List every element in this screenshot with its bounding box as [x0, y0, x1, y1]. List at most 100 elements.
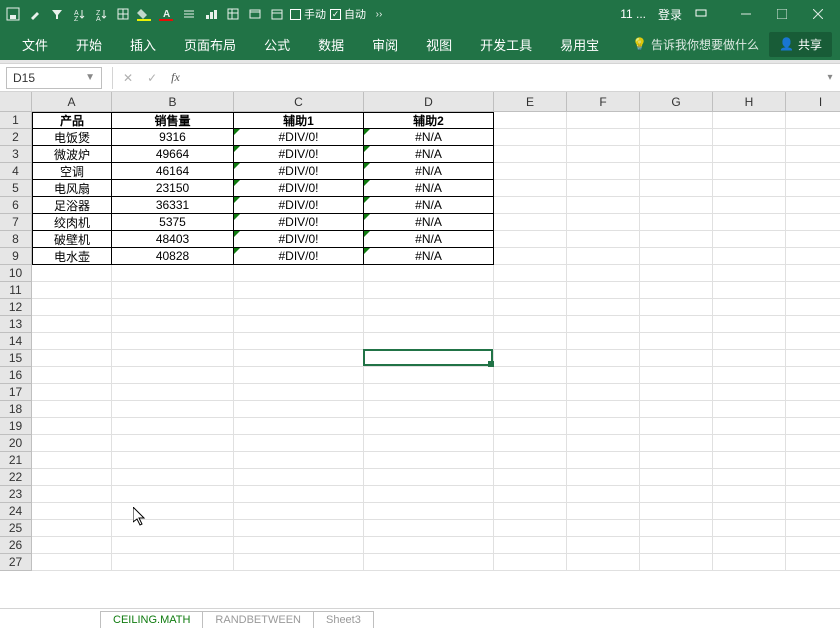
cell[interactable]: 足浴器 [32, 197, 112, 214]
cell[interactable] [494, 469, 567, 486]
cell[interactable] [713, 452, 786, 469]
cell[interactable] [640, 384, 713, 401]
cell[interactable] [567, 197, 640, 214]
cell[interactable] [494, 384, 567, 401]
cell[interactable] [364, 333, 494, 350]
cell[interactable] [786, 435, 840, 452]
cell[interactable] [494, 231, 567, 248]
column-header[interactable]: F [567, 92, 640, 111]
cell[interactable] [713, 299, 786, 316]
cell[interactable] [234, 520, 364, 537]
row-header[interactable]: 26 [0, 537, 31, 554]
cell[interactable] [640, 146, 713, 163]
cell[interactable]: #N/A [364, 146, 494, 163]
cell[interactable]: #DIV/0! [234, 197, 364, 214]
cell[interactable] [713, 554, 786, 571]
cell[interactable] [786, 231, 840, 248]
cell[interactable] [640, 537, 713, 554]
cell[interactable] [567, 418, 640, 435]
cell[interactable] [713, 435, 786, 452]
cell[interactable] [713, 197, 786, 214]
cell[interactable] [112, 452, 234, 469]
cell[interactable]: 49664 [112, 146, 234, 163]
cell[interactable] [494, 503, 567, 520]
cell[interactable] [494, 452, 567, 469]
cell[interactable] [567, 146, 640, 163]
cell[interactable] [494, 163, 567, 180]
cell[interactable] [567, 112, 640, 129]
cell[interactable]: 产品 [32, 112, 112, 129]
cell[interactable] [494, 333, 567, 350]
cell[interactable] [234, 367, 364, 384]
cell[interactable]: 破壁机 [32, 231, 112, 248]
sheet-tab-2[interactable]: RANDBETWEEN [202, 611, 314, 628]
row-header[interactable]: 5 [0, 180, 31, 197]
cell[interactable] [494, 486, 567, 503]
row-header[interactable]: 21 [0, 452, 31, 469]
cell[interactable] [112, 486, 234, 503]
cell[interactable] [713, 537, 786, 554]
cell[interactable] [640, 350, 713, 367]
cell[interactable] [234, 435, 364, 452]
column-header[interactable]: H [713, 92, 786, 111]
cell[interactable] [640, 452, 713, 469]
cell[interactable] [713, 350, 786, 367]
cell[interactable] [640, 163, 713, 180]
row-header[interactable]: 24 [0, 503, 31, 520]
cell[interactable] [112, 265, 234, 282]
cell[interactable]: 微波炉 [32, 146, 112, 163]
cell[interactable] [494, 350, 567, 367]
cell[interactable] [640, 299, 713, 316]
paintbrush-icon[interactable] [26, 5, 44, 23]
cell[interactable] [32, 469, 112, 486]
cell[interactable] [567, 299, 640, 316]
cell[interactable] [640, 486, 713, 503]
sort-asc-icon[interactable]: AZ [70, 5, 88, 23]
cell[interactable] [567, 486, 640, 503]
row-header[interactable]: 22 [0, 469, 31, 486]
cell[interactable] [364, 316, 494, 333]
cell[interactable] [32, 350, 112, 367]
cell[interactable] [364, 520, 494, 537]
list-icon[interactable] [180, 5, 198, 23]
cell[interactable] [494, 554, 567, 571]
cell[interactable]: #DIV/0! [234, 214, 364, 231]
cell[interactable] [567, 214, 640, 231]
cell[interactable] [364, 282, 494, 299]
cell[interactable] [786, 333, 840, 350]
column-header[interactable]: A [32, 92, 112, 111]
cell[interactable] [234, 350, 364, 367]
cell[interactable] [364, 452, 494, 469]
cell[interactable] [786, 163, 840, 180]
cell[interactable] [713, 316, 786, 333]
cell[interactable] [640, 214, 713, 231]
cell[interactable] [713, 503, 786, 520]
cell[interactable] [786, 367, 840, 384]
cell[interactable] [640, 282, 713, 299]
font-color-icon[interactable]: A [158, 5, 176, 23]
cell[interactable] [494, 299, 567, 316]
fill-color-icon[interactable] [136, 5, 154, 23]
cell[interactable] [494, 265, 567, 282]
cell[interactable] [234, 554, 364, 571]
row-header[interactable]: 23 [0, 486, 31, 503]
row-header[interactable]: 7 [0, 214, 31, 231]
cell[interactable] [713, 282, 786, 299]
row-header[interactable]: 17 [0, 384, 31, 401]
row-headers[interactable]: 1234567891011121314151617181920212223242… [0, 112, 32, 571]
cell[interactable] [640, 231, 713, 248]
cell[interactable] [32, 384, 112, 401]
cell[interactable] [786, 197, 840, 214]
cell[interactable] [567, 231, 640, 248]
cell[interactable] [567, 401, 640, 418]
cell[interactable] [567, 163, 640, 180]
cell[interactable] [567, 333, 640, 350]
row-header[interactable]: 3 [0, 146, 31, 163]
cell[interactable] [112, 554, 234, 571]
cell[interactable] [713, 248, 786, 265]
tab-review[interactable]: 审阅 [358, 28, 412, 60]
cell[interactable] [786, 146, 840, 163]
spreadsheet-grid[interactable]: ABCDEFGHI 123456789101112131415161718192… [0, 92, 840, 632]
cell[interactable] [32, 265, 112, 282]
cell[interactable] [713, 486, 786, 503]
